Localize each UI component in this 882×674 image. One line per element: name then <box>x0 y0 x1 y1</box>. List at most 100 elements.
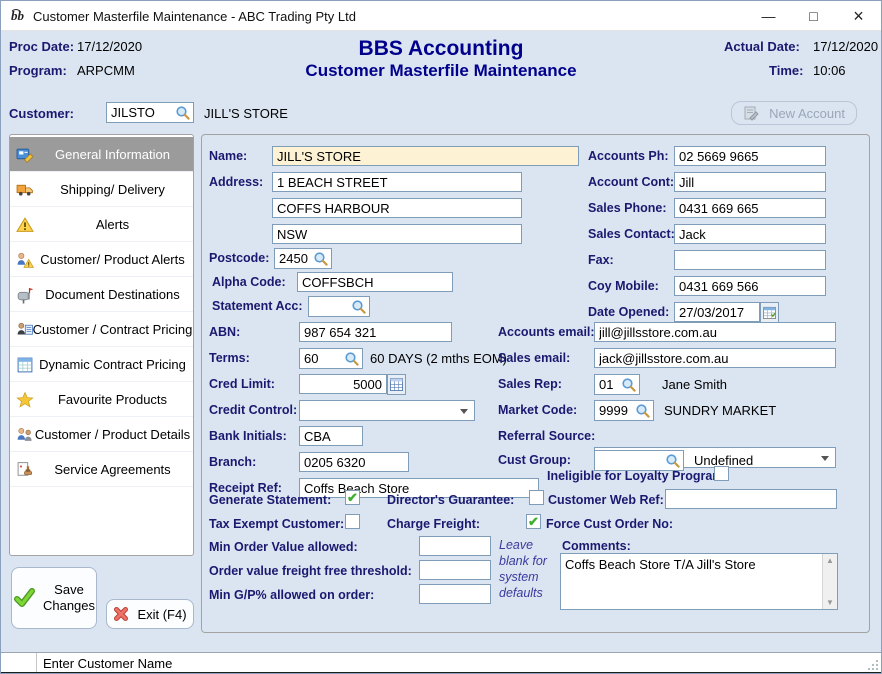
directors-guarantee-checkbox[interactable] <box>529 490 544 505</box>
sidebar-item-favourite-products[interactable]: Favourite Products <box>10 382 193 417</box>
time-value: 10:06 <box>813 63 846 78</box>
cred-limit-calculator-button[interactable] <box>387 374 406 395</box>
close-button[interactable]: × <box>836 1 881 31</box>
sales-rep-name: Jane Smith <box>662 377 727 392</box>
exit-button[interactable]: Exit (F4) <box>106 599 194 629</box>
terms-description: 60 DAYS (2 mths EOM) <box>370 351 507 366</box>
comments-textarea[interactable]: Coffs Beach Store T/A Jill's Store ▲ ▼ <box>560 553 838 610</box>
minimize-button[interactable]: — <box>746 1 791 31</box>
sidebar-item-general-information[interactable]: General Information <box>10 137 193 172</box>
market-code-description: SUNDRY MARKET <box>664 403 776 418</box>
save-label-line2: Changes <box>43 598 95 613</box>
charge-freight-label: Charge Freight: <box>387 517 480 531</box>
date-opened-calendar-button[interactable] <box>760 302 779 323</box>
sidebar-item-alerts[interactable]: Alerts <box>10 207 193 242</box>
defaults-note: Leave blank for system defaults <box>499 537 559 601</box>
status-bar-cell <box>1 653 37 672</box>
sales-phone-input[interactable] <box>674 198 826 218</box>
cust-group-lookup-icon[interactable] <box>665 453 681 469</box>
market-code-lookup-icon[interactable] <box>635 403 651 419</box>
bank-initials-label: Bank Initials: <box>209 429 287 443</box>
customer-code-input[interactable]: JILSTO <box>106 102 194 123</box>
comments-scrollbar[interactable]: ▲ ▼ <box>822 554 837 609</box>
alpha-code-input[interactable] <box>297 272 453 292</box>
generate-statement-label: Generate Statement: <box>209 493 331 507</box>
sidebar-item-document-destinations[interactable]: Document Destinations <box>10 277 193 312</box>
maximize-button[interactable]: □ <box>791 1 836 31</box>
window-title: Customer Masterfile Maintenance - ABC Tr… <box>33 9 356 24</box>
bank-initials-input[interactable] <box>299 426 363 446</box>
name-input[interactable] <box>272 146 579 166</box>
calendar-icon <box>763 306 776 319</box>
directors-guarantee-label: Director's Guarantee: <box>387 493 514 507</box>
cred-limit-input[interactable] <box>299 374 387 394</box>
new-account-button[interactable]: New Account <box>731 101 857 125</box>
comments-label: Comments: <box>562 539 631 553</box>
address-line2-input[interactable] <box>272 198 522 218</box>
accounts-email-input[interactable] <box>594 322 836 342</box>
sidebar-item-label: Customer / Contract Pricing <box>10 322 193 337</box>
ineligible-loyalty-label: Ineligible for Loyalty Program: <box>547 469 728 483</box>
terms-lookup-icon[interactable] <box>344 351 360 367</box>
credit-control-select[interactable] <box>299 400 475 421</box>
sidebar-item-customer-product-alerts[interactable]: Customer/ Product Alerts <box>10 242 193 277</box>
min-order-value-input[interactable] <box>419 536 491 556</box>
stamp-document-icon <box>16 461 34 478</box>
sidebar-item-service-agreements[interactable]: Service Agreements <box>10 452 193 487</box>
market-code-label: Market Code: <box>498 403 577 417</box>
fax-label: Fax: <box>588 253 614 267</box>
fax-input[interactable] <box>674 250 826 270</box>
address-line3-input[interactable] <box>272 224 522 244</box>
sales-rep-lookup-icon[interactable] <box>621 377 637 393</box>
charge-freight-checkbox[interactable]: ✔ <box>526 514 541 529</box>
customer-web-ref-label: Customer Web Ref: <box>548 493 664 507</box>
sidebar-item-label: Alerts <box>10 217 193 232</box>
new-account-label: New Account <box>769 106 845 121</box>
sidebar-item-shipping-delivery[interactable]: Shipping/ Delivery <box>10 172 193 207</box>
sidebar-item-customer-product-details[interactable]: Customer / Product Details <box>10 417 193 452</box>
abn-label: ABN: <box>209 325 240 339</box>
save-check-icon <box>13 587 35 609</box>
market-code-input[interactable]: 9999 <box>594 400 654 421</box>
statement-acc-lookup-icon[interactable] <box>351 299 367 315</box>
sidebar-item-dynamic-contract-pricing[interactable]: Dynamic Contract Pricing <box>10 347 193 382</box>
statement-acc-input[interactable] <box>308 296 370 317</box>
truck-icon <box>16 181 34 198</box>
sidebar-item-label: Dynamic Contract Pricing <box>10 357 193 372</box>
address-line1-input[interactable] <box>272 172 522 192</box>
tax-exempt-checkbox[interactable] <box>345 514 360 529</box>
save-label-line1: Save <box>54 582 84 597</box>
customer-lookup-icon[interactable] <box>175 105 191 121</box>
abn-input[interactable] <box>299 322 452 342</box>
scroll-up-icon[interactable]: ▲ <box>826 556 834 565</box>
customer-web-ref-input[interactable] <box>665 489 837 509</box>
sales-contact-input[interactable] <box>674 224 826 244</box>
sales-email-input[interactable] <box>594 348 836 368</box>
date-opened-input[interactable] <box>674 302 760 322</box>
warning-icon <box>16 216 34 233</box>
freight-free-threshold-input[interactable] <box>419 560 491 580</box>
postcode-input[interactable]: 2450 <box>274 248 332 269</box>
min-gp-input[interactable] <box>419 584 491 604</box>
sidebar-item-label: Shipping/ Delivery <box>10 182 193 197</box>
branch-input[interactable] <box>299 452 409 472</box>
account-cont-input[interactable] <box>674 172 826 192</box>
time-label: Time: <box>769 63 803 78</box>
postcode-lookup-icon[interactable] <box>313 251 329 267</box>
save-changes-button[interactable]: Save Changes <box>11 567 97 629</box>
min-gp-label: Min G/P% allowed on order: <box>209 588 374 602</box>
terms-input[interactable]: 60 <box>299 348 363 369</box>
generate-statement-checkbox[interactable]: ✔ <box>345 490 360 505</box>
name-label: Name: <box>209 149 247 163</box>
coy-mobile-input[interactable] <box>674 276 826 296</box>
scroll-down-icon[interactable]: ▼ <box>826 598 834 607</box>
accounts-ph-input[interactable] <box>674 146 826 166</box>
cust-group-input[interactable] <box>594 450 684 471</box>
ineligible-loyalty-checkbox[interactable] <box>714 466 729 481</box>
statement-acc-label: Statement Acc: <box>212 299 303 313</box>
new-account-icon <box>743 105 759 121</box>
sidebar-item-customer-contract-pricing[interactable]: Customer / Contract Pricing <box>10 312 193 347</box>
sidebar-item-label: Favourite Products <box>10 392 193 407</box>
credit-control-label: Credit Control: <box>209 403 297 417</box>
sales-rep-input[interactable]: 01 <box>594 374 640 395</box>
